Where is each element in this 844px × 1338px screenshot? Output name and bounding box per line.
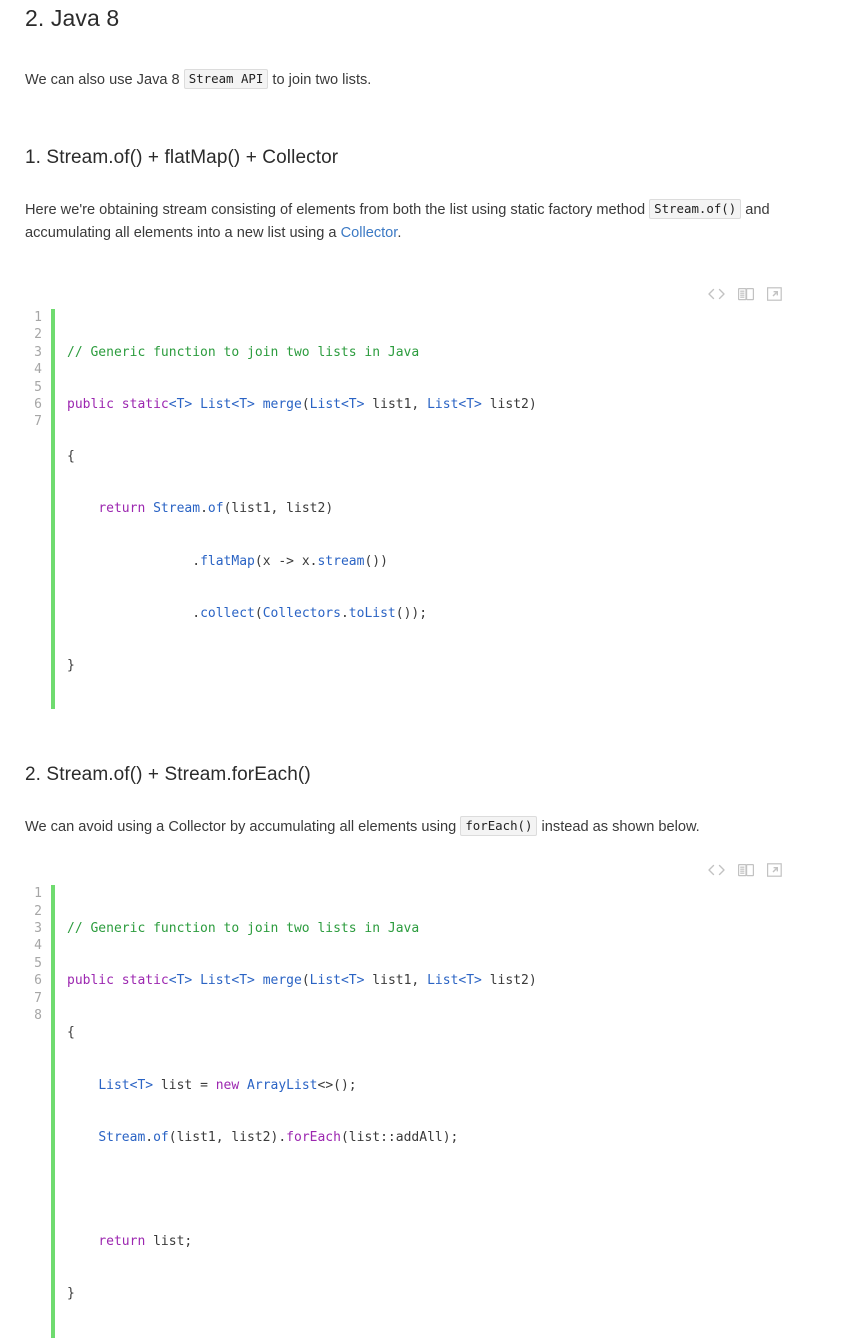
line-number: 7 [34, 414, 42, 430]
inline-code-stream-of: Stream.of() [649, 199, 742, 219]
code-line: List<T> list = new ArrayList<>(); [98, 1077, 357, 1093]
code-line: public static<T> List<T> merge(List<T> l… [67, 973, 537, 989]
code-line: } [67, 658, 75, 674]
subsection-title-1: 1. Stream.of() + flatMap() + Collector [25, 147, 339, 168]
code-line: return Stream.of(list1, list2) [98, 501, 334, 517]
line-number: 4 [34, 362, 42, 378]
line-number: 5 [34, 955, 42, 971]
code-line: { [67, 449, 75, 465]
article-page: 2. Java 8 We can also use Java 8 Stream … [0, 0, 844, 1338]
line-number: 6 [34, 396, 42, 412]
line-number: 7 [34, 990, 42, 1006]
copy-icon[interactable] [737, 863, 754, 878]
line-number: 3 [34, 344, 42, 360]
code-line: public static<T> List<T> merge(List<T> l… [67, 397, 537, 413]
code-line: return list; [98, 1234, 193, 1250]
code-content-2[interactable]: // Generic function to join two lists in… [55, 885, 819, 1337]
line-number-gutter-2: 1 2 3 4 5 6 7 8 [25, 885, 55, 1338]
sub2-text-2: instead as shown below. [537, 819, 700, 836]
code-block-2[interactable]: 1 2 3 4 5 6 7 8 // Generic function to j… [25, 885, 819, 1338]
collector-link[interactable]: Collector [341, 225, 398, 241]
expand-icon[interactable] [766, 863, 783, 878]
code-line: Stream.of(list1, list2).forEach(list::ad… [98, 1129, 459, 1145]
code-line: // Generic function to join two lists in… [67, 921, 420, 937]
code-toolbar-1 [25, 285, 819, 303]
java8-intro-text-before: We can also use Java 8 [25, 72, 184, 88]
line-number: 5 [34, 379, 42, 395]
line-number-gutter-1: 1 2 3 4 5 6 7 [25, 309, 55, 710]
code-line: } [67, 1286, 75, 1302]
code-line: .flatMap(x -> x.stream()) [192, 553, 388, 569]
subsection-2-paragraph: We can avoid using a Collector by accumu… [25, 815, 819, 839]
page-title: 2. Java 8 [25, 5, 120, 31]
inline-code-stream-api: Stream API [183, 69, 269, 89]
code-line: .collect(Collectors.toList()); [192, 605, 428, 621]
code-brackets-icon[interactable] [708, 287, 725, 302]
line-number: 3 [34, 921, 42, 937]
sub2-text-1: We can avoid using a Collector by accumu… [25, 819, 461, 836]
java8-intro-paragraph: We can also use Java 8 Stream API to joi… [25, 68, 819, 92]
copy-icon[interactable] [737, 287, 754, 302]
line-number: 4 [34, 938, 42, 954]
expand-icon[interactable] [766, 287, 783, 302]
sub1-text-1: Here we're obtaining stream consisting o… [25, 202, 650, 218]
line-number: 6 [34, 973, 42, 989]
line-number: 1 [34, 310, 42, 325]
line-number: 2 [34, 327, 42, 343]
code-content-1[interactable]: // Generic function to join two lists in… [55, 309, 819, 709]
java8-intro-text-after: to join two lists. [268, 72, 372, 88]
subsection-title-2: 2. Stream.of() + Stream.forEach() [25, 764, 311, 786]
line-number: 1 [34, 886, 42, 902]
line-number: 2 [34, 903, 42, 919]
code-line: { [67, 1025, 75, 1041]
sub1-text-3: . [397, 225, 402, 241]
code-toolbar-2 [25, 861, 819, 879]
code-line: // Generic function to join two lists in… [67, 344, 420, 360]
line-number: 8 [34, 1007, 42, 1023]
subsection-1-paragraph: Here we're obtaining stream consisting o… [25, 198, 819, 245]
code-brackets-icon[interactable] [708, 863, 725, 878]
inline-code-foreach: forEach() [460, 816, 538, 837]
code-block-1[interactable]: 1 2 3 4 5 6 7 // Generic function to joi… [25, 309, 819, 710]
